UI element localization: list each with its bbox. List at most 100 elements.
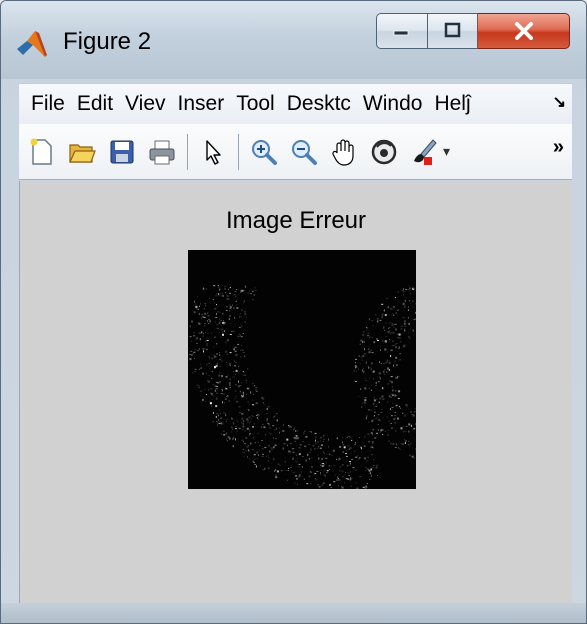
image-speckle xyxy=(223,320,224,322)
image-speckle xyxy=(285,461,286,463)
menu-insert[interactable]: Inser xyxy=(170,92,225,116)
image-speckle xyxy=(400,328,402,330)
image-speckle xyxy=(336,458,338,460)
image-speckle xyxy=(405,426,408,427)
image-speckle xyxy=(243,420,245,422)
image-speckle xyxy=(205,372,207,374)
image-speckle xyxy=(376,398,378,401)
image-speckle xyxy=(229,362,231,365)
image-speckle xyxy=(391,394,394,396)
menu-overflow-icon[interactable]: ↘ xyxy=(553,92,566,112)
menu-help[interactable]: Helĵ xyxy=(426,92,470,116)
image-speckle xyxy=(414,457,416,459)
toolbar-more-icon[interactable]: » xyxy=(553,136,564,159)
image-speckle xyxy=(216,304,217,306)
save-button[interactable] xyxy=(105,132,139,172)
image-speckle xyxy=(364,348,366,351)
image-speckle xyxy=(239,327,241,328)
image-speckle xyxy=(281,470,283,472)
image-speckle xyxy=(330,465,332,467)
image-speckle xyxy=(198,369,200,371)
image-speckle xyxy=(250,418,252,420)
image-speckle xyxy=(410,411,413,413)
data-brush-button[interactable] xyxy=(407,132,441,172)
image-speckle xyxy=(365,380,368,382)
image-speckle xyxy=(225,310,228,311)
image-speckle xyxy=(276,419,278,422)
close-button[interactable] xyxy=(478,13,570,49)
image-speckle xyxy=(241,422,243,424)
image-speckle xyxy=(298,447,301,449)
new-figure-button[interactable] xyxy=(25,132,59,172)
image-speckle xyxy=(322,463,325,465)
data-brush-dropdown-icon[interactable]: ▾ xyxy=(443,143,450,160)
image-speckle xyxy=(215,398,218,400)
menu-desktop[interactable]: Desktc xyxy=(279,92,351,116)
image-speckle xyxy=(321,457,323,460)
image-speckle xyxy=(219,421,221,423)
image-speckle xyxy=(387,401,389,403)
image-speckle xyxy=(194,348,197,350)
image-speckle xyxy=(404,299,406,302)
image-speckle xyxy=(219,417,222,419)
maximize-button[interactable] xyxy=(428,13,478,49)
image-speckle xyxy=(282,423,284,426)
image-speckle xyxy=(341,470,344,472)
open-file-button[interactable] xyxy=(65,132,99,172)
image-speckle xyxy=(293,456,294,459)
image-speckle xyxy=(366,459,368,462)
rotate-3d-button[interactable] xyxy=(367,132,401,172)
image-speckle xyxy=(244,374,247,376)
image-speckle xyxy=(218,323,220,325)
title-bar[interactable]: Figure 2 xyxy=(1,1,586,79)
image-speckle xyxy=(250,442,252,445)
image-speckle xyxy=(400,443,403,445)
image-speckle xyxy=(254,289,257,291)
image-speckle xyxy=(317,441,319,444)
print-button[interactable] xyxy=(145,132,179,172)
image-speckle xyxy=(246,393,248,395)
menu-file[interactable]: File xyxy=(19,92,65,116)
image-speckle xyxy=(203,350,204,353)
image-speckle xyxy=(387,383,390,385)
image-speckle xyxy=(264,447,267,449)
image-speckle xyxy=(234,346,237,348)
image-speckle xyxy=(217,327,219,329)
zoom-in-button[interactable] xyxy=(247,132,281,172)
image-speckle xyxy=(391,323,394,325)
image-speckle xyxy=(242,371,244,373)
image-speckle xyxy=(403,288,405,291)
image-speckle xyxy=(354,381,357,382)
menu-tools[interactable]: Tool xyxy=(228,92,275,116)
image-speckle xyxy=(354,365,357,367)
image-speckle xyxy=(321,465,324,468)
image-speckle xyxy=(394,447,397,448)
minimize-button[interactable] xyxy=(376,13,428,49)
image-speckle xyxy=(329,469,331,470)
image-speckle xyxy=(301,465,303,467)
image-speckle xyxy=(385,430,386,432)
image-speckle xyxy=(241,325,243,328)
image-speckle xyxy=(349,479,351,482)
image-speckle xyxy=(378,414,380,416)
image-speckle xyxy=(399,448,401,450)
image-speckle xyxy=(218,423,221,424)
image-speckle xyxy=(376,318,379,320)
image-speckle xyxy=(342,451,344,453)
image-speckle xyxy=(195,303,197,306)
image-speckle xyxy=(204,288,206,290)
zoom-out-button[interactable] xyxy=(287,132,321,172)
image-speckle xyxy=(262,424,264,425)
image-speckle xyxy=(380,363,382,365)
image-speckle xyxy=(219,351,220,353)
error-image-axes[interactable] xyxy=(188,250,418,491)
image-speckle xyxy=(220,336,222,338)
image-speckle xyxy=(234,374,236,375)
image-speckle xyxy=(199,368,201,370)
image-speckle xyxy=(206,344,208,346)
menu-view[interactable]: Viev xyxy=(117,92,165,116)
menu-edit[interactable]: Edit xyxy=(69,92,113,116)
select-button[interactable] xyxy=(196,132,230,172)
menu-window[interactable]: Windo xyxy=(355,92,423,116)
pan-button[interactable] xyxy=(327,132,361,172)
